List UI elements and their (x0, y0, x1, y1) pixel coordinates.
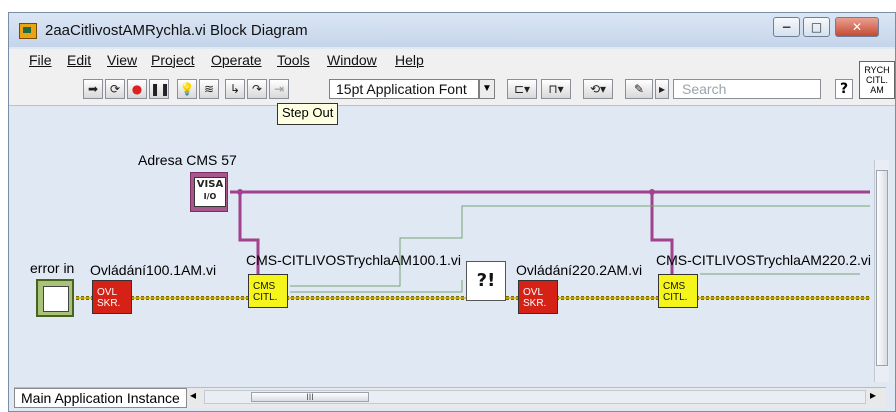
error-in-label: error in (30, 260, 75, 276)
subvi-cms-citlivost-100[interactable]: CMS CITL. (248, 274, 288, 308)
subvi-text: CMS (663, 281, 686, 292)
visa-io-text: I/O (203, 192, 217, 201)
visa-constant-label: Adresa CMS 57 (138, 152, 237, 168)
vertical-scrollbar[interactable] (874, 160, 889, 382)
horizontal-scrollbar[interactable]: III (204, 390, 866, 404)
subvi-text: OVL (97, 287, 118, 298)
subvi-text: SKR. (97, 298, 121, 309)
subvi-label-cms2: CMS-CITLIVOSTrychlaAM220.2.vi (656, 252, 871, 268)
wires-layer (76, 189, 870, 300)
visa-text: VISA (196, 179, 224, 190)
subvi-cms-citlivost-220[interactable]: CMS CITL. (658, 274, 698, 308)
subvi-text: CMS (253, 281, 276, 292)
subvi-label-ovl2: Ovládání220.2AM.vi (516, 262, 643, 278)
subvi-text: SKR. (523, 298, 547, 309)
visa-constant[interactable]: VISA I/O (190, 172, 228, 212)
subvi-ovladani-220[interactable]: OVL SKR. (518, 280, 558, 314)
horizontal-scroll-thumb[interactable]: III (251, 392, 369, 402)
application-instance[interactable]: Main Application Instance (14, 388, 187, 408)
status-bar: Main Application Instance ◂ III ▸ (14, 387, 886, 408)
scroll-right-arrow-icon[interactable]: ▸ (870, 388, 876, 402)
subvi-text: CITL. (253, 292, 278, 303)
visa-junction (649, 189, 655, 195)
subvi-text: OVL (523, 287, 544, 298)
subvi-text: CITL. (663, 292, 688, 303)
vertical-scroll-thumb[interactable] (876, 170, 888, 366)
subvi-label-cms1: CMS-CITLIVOSTrychlaAM100.1.vi (246, 252, 461, 268)
error-cluster-icon (43, 286, 69, 312)
scroll-left-arrow-icon[interactable]: ◂ (190, 388, 196, 402)
visa-junction (237, 189, 243, 195)
subvi-label-ovl1: Ovládání100.1AM.vi (90, 262, 217, 278)
pencil-question-icon[interactable]: ?! (466, 261, 506, 301)
error-in-terminal[interactable] (36, 279, 74, 317)
subvi-ovladani-100[interactable]: OVL SKR. (92, 280, 132, 314)
visa-icon: VISA I/O (194, 177, 226, 207)
